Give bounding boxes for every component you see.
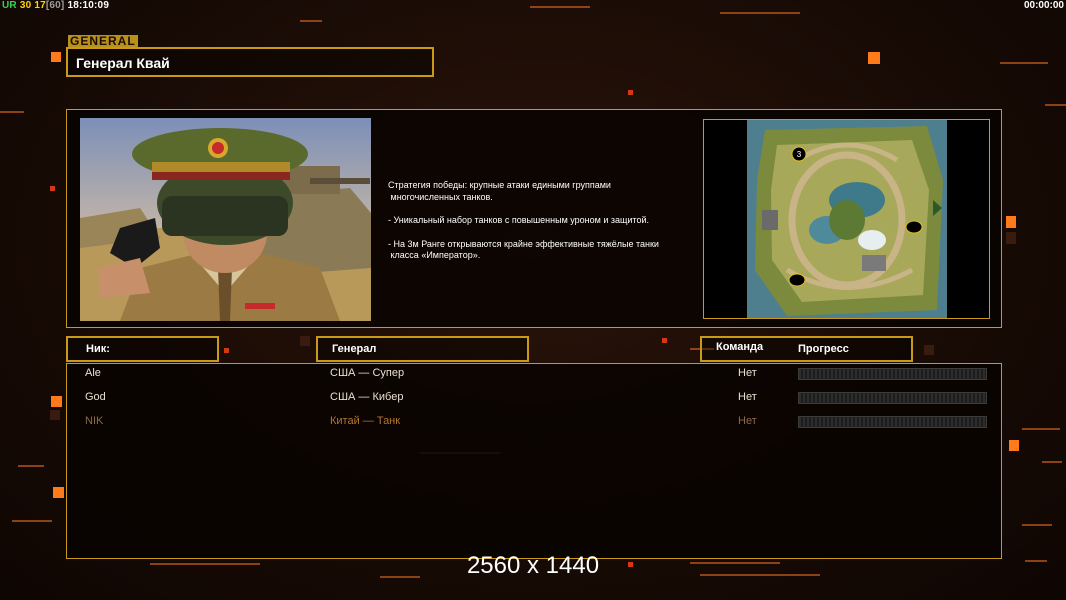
- header-nick-label: Ник:: [86, 343, 110, 355]
- header-nick: Ник:: [66, 336, 219, 362]
- general-portrait: [80, 118, 371, 321]
- player-team: Нет: [738, 415, 757, 427]
- header-general-label: Генерал: [332, 343, 377, 355]
- player-row[interactable]: God США — Кибер Нет: [0, 391, 1066, 411]
- player-name: Ale: [85, 367, 101, 379]
- player-row[interactable]: NIK Китай — Танк Нет: [0, 415, 1066, 435]
- description-tanks: - Уникальный набор танков с повышенным у…: [388, 215, 649, 225]
- header-team-progress: Команда Прогресс: [700, 336, 913, 362]
- player-progress-bar: [798, 392, 987, 404]
- hud-value-3: [60]: [45, 0, 65, 11]
- player-name: God: [85, 391, 106, 403]
- header-general: Генерал: [316, 336, 529, 362]
- player-progress-bar: [798, 416, 987, 428]
- general-title-box: Генерал Квай: [66, 47, 434, 77]
- header-progress-label: Прогресс: [798, 343, 849, 355]
- general-name: Генерал Квай: [76, 55, 170, 71]
- map-start-marker: 3: [797, 150, 802, 159]
- player-team: Нет: [738, 367, 757, 379]
- hud-value-1: 30: [19, 0, 32, 11]
- description-rank3: - На 3м Ранге открываются крайне эффекти…: [388, 238, 659, 261]
- resolution-label: 2560 x 1440: [466, 552, 600, 579]
- ur-label: UR: [2, 0, 17, 11]
- player-general: США — Супер: [330, 367, 405, 379]
- player-name: NIK: [85, 415, 104, 427]
- player-progress-bar: [798, 368, 987, 380]
- player-general: Китай — Танк: [330, 415, 401, 427]
- description-strategy: Стратегия победы: крупные атаки едиными …: [388, 180, 611, 202]
- hud-value-2: 17: [34, 0, 46, 11]
- player-general: США — Кибер: [330, 391, 404, 403]
- header-team-label: Команда: [716, 341, 764, 353]
- general-tag: GENERAL: [68, 34, 138, 48]
- player-row[interactable]: Ale США — Супер Нет: [0, 367, 1066, 387]
- hud-stats: UR 30 17[60] 18:10:09: [2, 0, 109, 11]
- game-clock: 00:00:00: [1023, 0, 1064, 11]
- player-team: Нет: [738, 391, 757, 403]
- hud-time: 18:10:09: [67, 0, 110, 11]
- map-preview[interactable]: 3: [747, 120, 947, 318]
- general-description: Стратегия победы: крупные атаки едиными …: [388, 180, 698, 274]
